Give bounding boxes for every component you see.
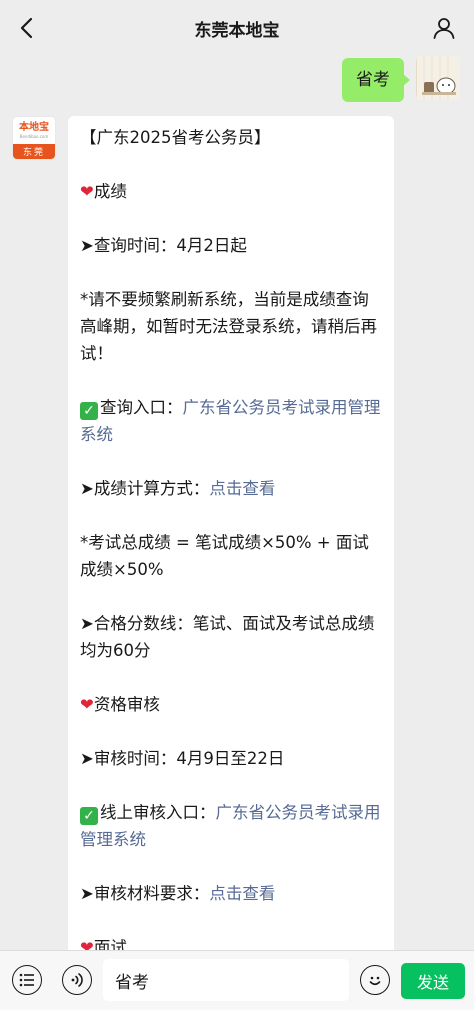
official-account-avatar[interactable]: 本地宝 Bendibao.com 东莞 bbox=[12, 116, 56, 160]
material-requirements: ➤审核材料要求：点击查看 bbox=[80, 880, 382, 907]
brand-logo: 本地宝 Bendibao.com bbox=[13, 117, 55, 144]
back-button[interactable] bbox=[10, 12, 42, 44]
voice-button[interactable] bbox=[62, 965, 92, 995]
chevron-left-icon bbox=[20, 17, 33, 39]
pass-line: ➤合格分数线：笔试、面试及考试总成绩均为60分 bbox=[80, 614, 375, 660]
calc-method-label: ➤成绩计算方式： bbox=[80, 479, 210, 498]
message-input[interactable] bbox=[103, 959, 349, 1001]
outgoing-message: 省考 bbox=[342, 56, 460, 104]
input-bar: 发送 bbox=[0, 950, 474, 1010]
chat-title: 东莞本地宝 bbox=[194, 20, 280, 41]
emoji-icon bbox=[369, 976, 381, 986]
outgoing-bubble[interactable]: 省考 bbox=[342, 58, 410, 102]
top-nav-bar: 东莞本地宝 bbox=[0, 0, 474, 56]
checkmark-icon: ✓ bbox=[80, 807, 98, 825]
calc-method-link[interactable]: 点击查看 bbox=[209, 479, 275, 498]
brand-logo-subtext: Bendibao.com bbox=[19, 134, 49, 139]
material-label: ➤审核材料要求： bbox=[80, 884, 210, 903]
section-heading-review: ❤资格审核 bbox=[80, 695, 160, 714]
query-entry-label: 查询入口： bbox=[100, 398, 183, 417]
brand-logo-text: 本地宝 bbox=[19, 122, 49, 133]
menu-list-icon bbox=[19, 973, 34, 987]
notice-text: *请不要频繁刷新系统，当前是成绩查询高峰期，如暂时无法登录系统，请稍后再试！ bbox=[80, 290, 377, 363]
heart-icon: ❤ bbox=[80, 695, 94, 714]
brand-city-label: 东莞 bbox=[13, 144, 55, 159]
review-entry: ✓ 线上审核入口：广东省公务员考试录用管理系统 bbox=[80, 799, 382, 853]
person-icon bbox=[433, 18, 455, 39]
review-entry-label: 线上审核入口： bbox=[100, 803, 216, 822]
menu-button[interactable] bbox=[12, 965, 42, 995]
emoji-button[interactable] bbox=[360, 965, 390, 995]
send-button[interactable]: 发送 bbox=[401, 963, 465, 999]
voice-icon bbox=[71, 973, 83, 987]
review-time: ➤审核时间：4月9日至22日 bbox=[80, 749, 285, 768]
query-entry: ✓ 查询入口：广东省公务员考试录用管理系统 bbox=[80, 394, 382, 448]
profile-button[interactable] bbox=[428, 12, 460, 44]
section-heading-scores: ❤成绩 bbox=[80, 182, 127, 201]
material-link[interactable]: 点击查看 bbox=[209, 884, 275, 903]
incoming-bubble[interactable]: 【广东2025省考公务员】 ❤成绩 ➤查询时间：4月2日起 *请不要频繁刷新系统… bbox=[68, 116, 394, 950]
query-time: ➤查询时间：4月2日起 bbox=[80, 236, 247, 255]
calc-method: ➤成绩计算方式：点击查看 bbox=[80, 475, 382, 502]
user-avatar[interactable] bbox=[416, 56, 460, 100]
message-title: 【广东2025省考公务员】 bbox=[80, 128, 271, 147]
user-avatar-image bbox=[416, 56, 460, 100]
incoming-message: 本地宝 Bendibao.com 东莞 【广东2025省考公务员】 ❤成绩 ➤查… bbox=[12, 116, 394, 950]
section-heading-interview: ❤面试 bbox=[80, 934, 382, 950]
checkmark-icon: ✓ bbox=[80, 402, 98, 420]
heart-icon: ❤ bbox=[80, 182, 94, 201]
chat-area[interactable]: 省考 本地宝 Bendibao.com 东莞 【广东2025省考公务员】 ❤成绩… bbox=[0, 56, 474, 950]
score-formula: *考试总成绩 = 笔试成绩×50% + 面试成绩×50% bbox=[80, 533, 369, 579]
heart-icon: ❤ bbox=[80, 938, 94, 950]
